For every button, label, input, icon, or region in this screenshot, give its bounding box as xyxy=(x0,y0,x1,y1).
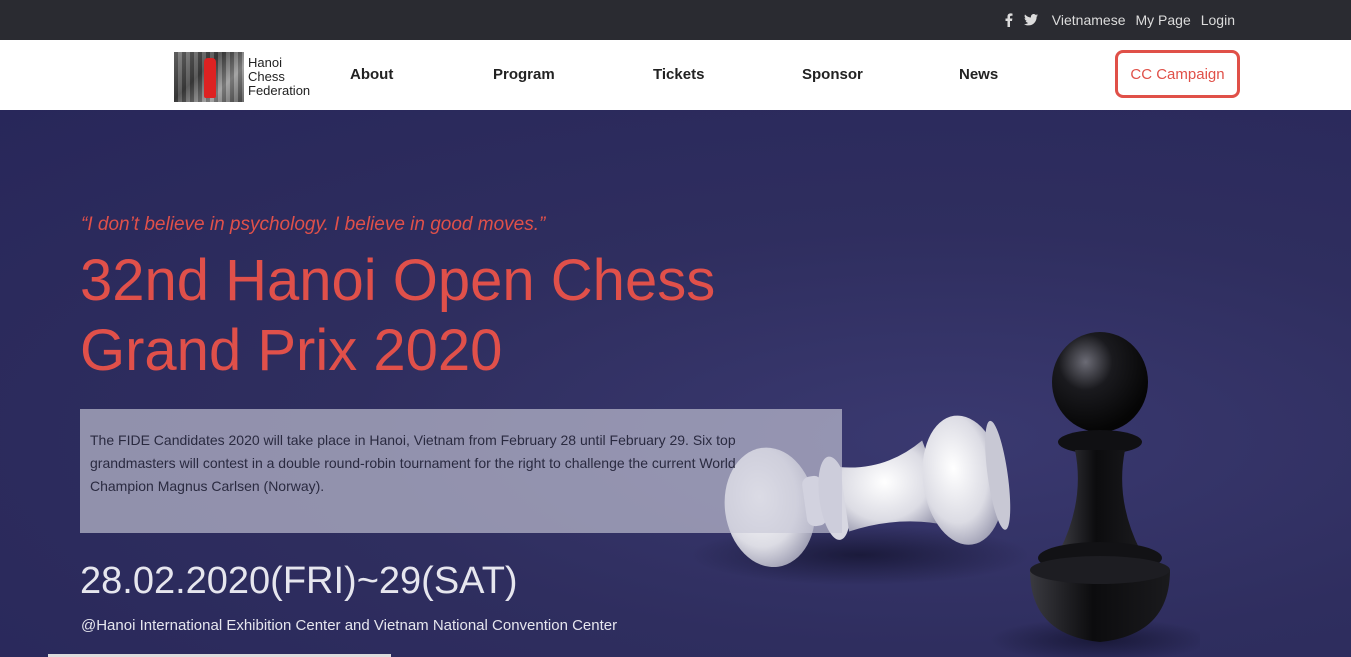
site-logo[interactable]: Hanoi Chess Federation xyxy=(174,52,310,102)
mypage-link[interactable]: My Page xyxy=(1135,12,1190,28)
hero-quote: “I don’t believe in psychology. I believ… xyxy=(81,214,546,235)
nav-item-about[interactable]: About xyxy=(350,66,393,83)
nav-item-program[interactable]: Program xyxy=(493,66,555,83)
cc-campaign-button[interactable]: CC Campaign xyxy=(1115,50,1240,98)
logo-text: Hanoi Chess Federation xyxy=(248,56,310,98)
login-link[interactable]: Login xyxy=(1201,12,1235,28)
hero-description: The FIDE Candidates 2020 will take place… xyxy=(90,432,736,494)
nav-item-tickets[interactable]: Tickets xyxy=(653,66,704,83)
logo-line-1: Hanoi xyxy=(248,55,282,70)
utility-links: Vietnamese My Page Login xyxy=(1002,12,1235,28)
logo-line-3: Federation xyxy=(248,83,311,98)
twitter-icon[interactable] xyxy=(1023,13,1038,27)
nav-item-news[interactable]: News xyxy=(959,66,998,83)
hero-title: 32nd Hanoi Open Chess Grand Prix 2020 xyxy=(80,248,716,383)
facebook-icon[interactable] xyxy=(1002,13,1016,27)
nav-item-sponsor[interactable]: Sponsor xyxy=(802,66,863,83)
event-venue: @Hanoi International Exhibition Center a… xyxy=(81,617,618,634)
hero-description-box: The FIDE Candidates 2020 will take place… xyxy=(80,409,842,533)
top-utility-bar: Vietnamese My Page Login xyxy=(0,0,1351,40)
main-navbar: Hanoi Chess Federation About Program Tic… xyxy=(0,40,1351,110)
hero-section: “I don’t believe in psychology. I believ… xyxy=(0,110,1351,657)
social-links xyxy=(1002,13,1038,27)
logo-line-2: Chess xyxy=(248,69,285,84)
logo-image xyxy=(174,52,244,102)
event-date: 28.02.2020(FRI)~29(SAT) xyxy=(80,560,518,602)
language-link[interactable]: Vietnamese xyxy=(1052,12,1126,28)
